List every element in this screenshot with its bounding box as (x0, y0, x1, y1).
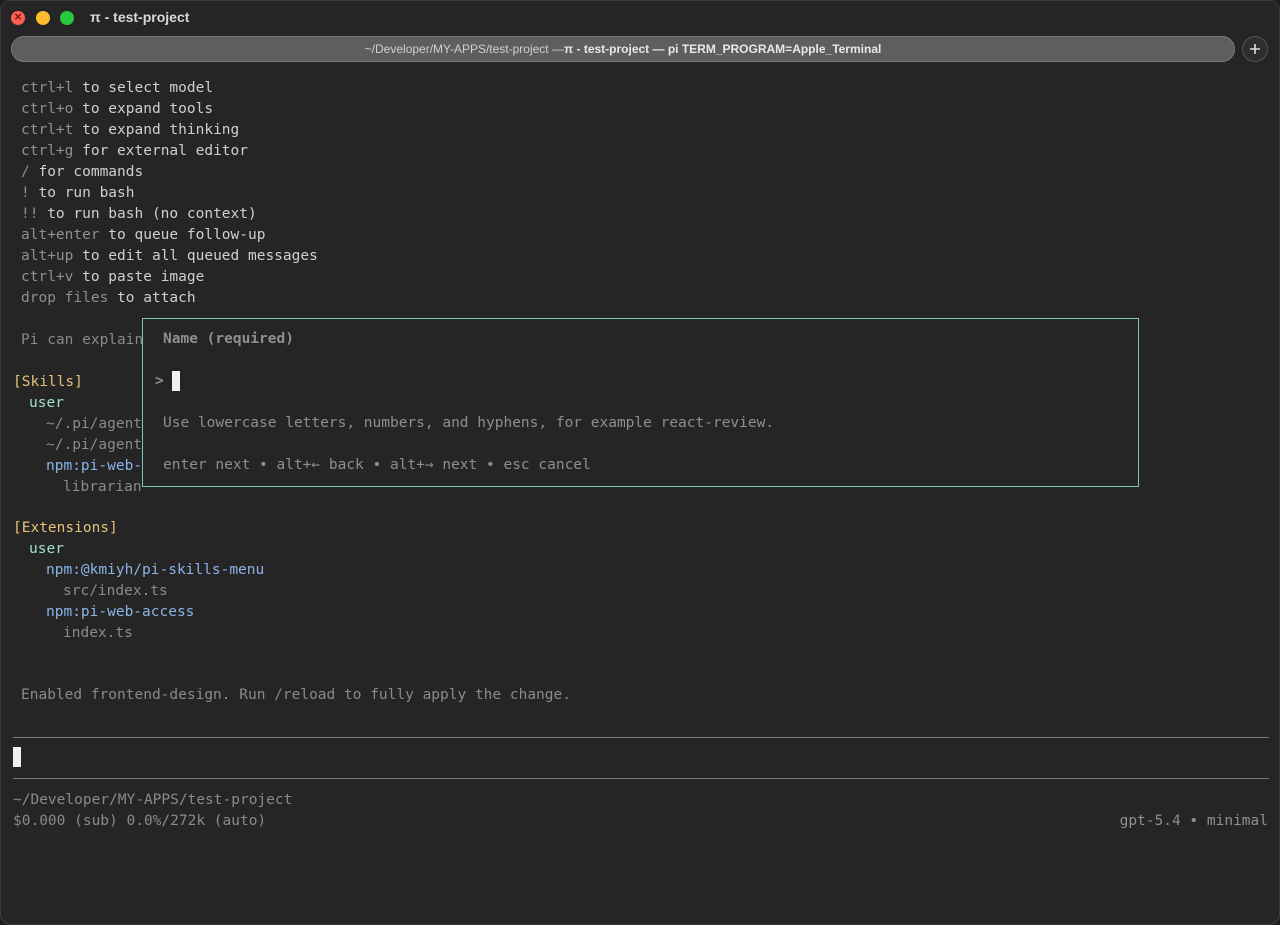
input-top-divider (13, 737, 1269, 738)
dialog-hint: Use lowercase letters, numbers, and hyph… (163, 415, 775, 431)
skill-name: librarian (63, 479, 142, 495)
tab-path: ~/Developer/MY-APPS/test-project — (364, 42, 564, 56)
terminal-content[interactable]: ctrl+l to select model ctrl+o to expand … (0, 70, 1280, 925)
extension-file: src/index.ts (63, 583, 168, 599)
tab-title: π - test-project — pi TERM_PROGRAM=Apple… (563, 42, 882, 56)
input-cursor[interactable] (13, 747, 21, 767)
tab-active[interactable]: ~/Developer/MY-APPS/test-project — π - t… (11, 36, 1235, 62)
intro-text: Pi can explain (21, 332, 144, 348)
help-line: ctrl+o to expand tools (21, 101, 214, 117)
footer-cwd: ~/Developer/MY-APPS/test-project (13, 792, 293, 808)
status-message: Enabled frontend-design. Run /reload to … (21, 687, 571, 703)
help-line: ctrl+g for external editor (21, 143, 248, 159)
input-bottom-divider (13, 778, 1269, 779)
help-line: alt+enter to queue follow-up (21, 227, 266, 243)
extension-package: npm:@kmiyh/pi-skills-menu (46, 562, 265, 578)
footer-model: gpt-5.4 • minimal (1119, 813, 1268, 829)
help-line: ctrl+v to paste image (21, 269, 205, 285)
help-line: !! to run bash (no context) (21, 206, 257, 222)
new-tab-button[interactable] (1242, 36, 1268, 62)
help-line: / for commands (21, 164, 144, 180)
help-line: ctrl+l to select model (21, 80, 214, 96)
dialog-name-input[interactable] (172, 371, 180, 391)
zoom-window-button[interactable] (60, 11, 74, 25)
skills-header: [Skills] (13, 374, 83, 390)
extensions-scope: user (29, 541, 64, 557)
extension-file: index.ts (63, 625, 133, 641)
close-window-button[interactable] (11, 9, 25, 25)
skill-path: ~/.pi/agent (46, 437, 143, 453)
terminal-window: π - test-project ~/Developer/MY-APPS/tes… (0, 0, 1280, 925)
name-input-dialog: Name (required) > Use lowercase letters,… (142, 318, 1139, 487)
minimize-window-button[interactable] (36, 11, 50, 25)
extensions-header: [Extensions] (13, 520, 118, 536)
window-title: π - test-project (90, 9, 190, 25)
dialog-shortcuts: enter next • alt+← back • alt+→ next • e… (163, 457, 591, 473)
help-line: alt+up to edit all queued messages (21, 248, 318, 264)
help-line: ! to run bash (21, 185, 135, 201)
footer-usage: $0.000 (sub) 0.0%/272k (auto) (13, 813, 267, 829)
skill-package: npm:pi-web- (46, 458, 143, 474)
help-line: drop files to attach (21, 290, 196, 306)
title-bar: π - test-project (0, 0, 1280, 36)
skill-path: ~/.pi/agent (46, 416, 143, 432)
extension-package: npm:pi-web-access (46, 604, 195, 620)
skills-scope: user (29, 395, 64, 411)
dialog-prompt: > (155, 373, 164, 389)
plus-icon (1250, 44, 1260, 54)
dialog-title: Name (required) (163, 331, 294, 347)
help-line: ctrl+t to expand thinking (21, 122, 240, 138)
